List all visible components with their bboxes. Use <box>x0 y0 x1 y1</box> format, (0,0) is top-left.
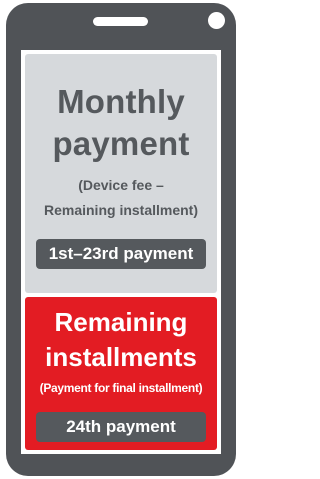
remaining-installments-panel: Remaining installments (Payment for fina… <box>25 297 217 450</box>
remaining-title-line2: installments <box>45 342 197 372</box>
remaining-title-line1: Remaining <box>54 307 188 337</box>
monthly-payment-panel: Monthly payment (Device fee – Remaining … <box>25 54 217 293</box>
remaining-period-badge: 24th payment <box>36 412 206 442</box>
earpiece-icon <box>93 17 148 26</box>
phone-screen: Monthly payment (Device fee – Remaining … <box>21 50 221 454</box>
camera-icon <box>208 12 225 29</box>
remaining-subtitle: (Payment for final installment) <box>39 381 203 395</box>
monthly-subtitle-line1: (Device fee – <box>78 177 164 193</box>
monthly-period-badge: 1st–23rd payment <box>36 239 206 269</box>
monthly-title-line1: Monthly <box>57 83 185 120</box>
monthly-subtitle-line2: Remaining installment) <box>43 202 199 218</box>
monthly-title-line2: payment <box>52 125 190 162</box>
smartphone-frame: Monthly payment (Device fee – Remaining … <box>6 3 236 476</box>
